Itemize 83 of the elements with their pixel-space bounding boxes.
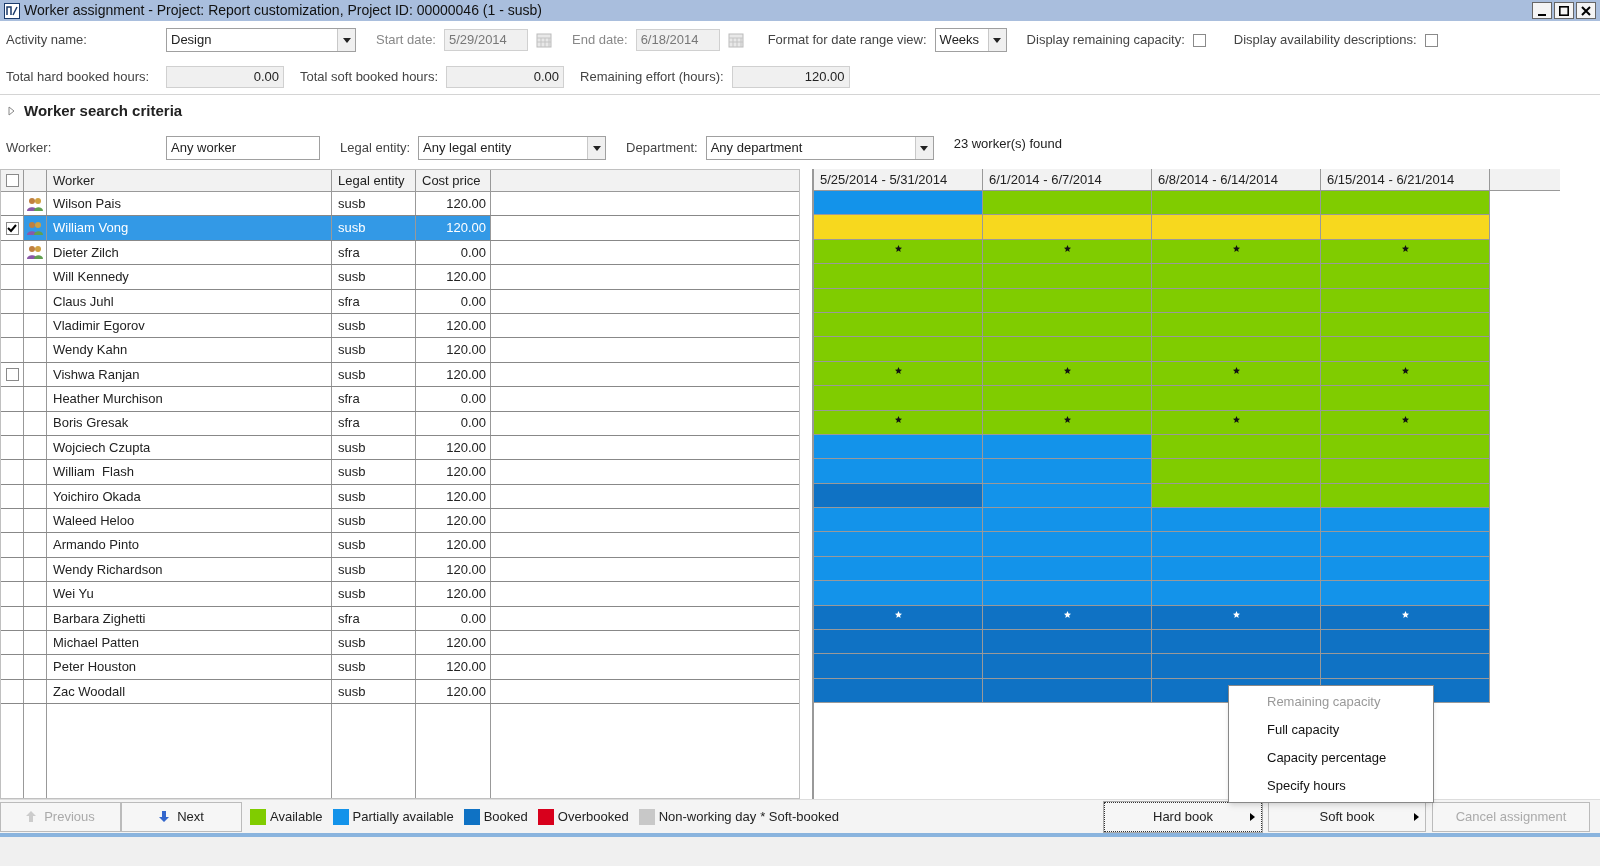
table-cell-text: Michael Patten xyxy=(53,633,139,652)
legend-label: Booked xyxy=(483,807,528,826)
table-cell-text: William Vong xyxy=(53,219,129,238)
table-cell-text: 120.00 xyxy=(446,438,486,457)
table-cell-text: 0.00 xyxy=(460,609,486,628)
table-cell-text: Boris Gresak xyxy=(53,414,129,433)
table-cell-text: susb xyxy=(338,585,366,604)
field-label: Worker: xyxy=(6,139,53,158)
table-cell-text: William Flash xyxy=(53,463,134,482)
table-cell-text: susb xyxy=(338,341,366,360)
table-cell-text: susb xyxy=(338,633,366,652)
table-cell-text: 120.00 xyxy=(446,658,486,677)
table-cell-text: sfra xyxy=(338,414,360,433)
legend-note: * Soft-booked xyxy=(760,807,839,826)
table-cell-text: sfra xyxy=(338,609,360,628)
table-cell-text: 120.00 xyxy=(446,268,486,287)
table-cell-text: 120.00 xyxy=(446,463,486,482)
table-cell-text: 120.00 xyxy=(446,560,486,579)
table-cell-text: susb xyxy=(338,658,366,677)
legend-label: Overbooked xyxy=(557,807,629,826)
table-cell-text: 0.00 xyxy=(460,414,486,433)
field-label: Legal entity: xyxy=(340,139,411,158)
table-cell-text: susb xyxy=(338,438,366,457)
table-cell-text: susb xyxy=(338,512,366,530)
field-label: Total soft booked hours: xyxy=(300,67,439,86)
table-cell-text: 0.00 xyxy=(460,243,486,262)
table-cell-text: Wendy Kahn xyxy=(53,341,128,360)
table-cell-text: Wilson Pais xyxy=(53,194,121,213)
legend-label: Partially available xyxy=(352,807,454,826)
table-cell-text: Vishwa Ranjan xyxy=(53,365,140,384)
field-label: Display availability descriptions: xyxy=(1233,31,1417,50)
field-label: Display remaining capacity: xyxy=(1026,31,1185,50)
table-cell-text: sfra xyxy=(338,243,360,262)
table-cell-text: Yoichiro Okada xyxy=(53,487,141,506)
table-cell-text: susb xyxy=(338,682,366,701)
table-cell-text: susb xyxy=(338,219,366,238)
table-cell-text: Wendy Richardson xyxy=(53,560,163,579)
field-label: Department: xyxy=(626,139,698,158)
table-cell-text: Heather Murchison xyxy=(53,390,163,409)
table-cell-text: susb xyxy=(338,316,366,335)
table-cell-text: Armando Pinto xyxy=(53,536,139,555)
field-label: Start date: xyxy=(376,31,436,50)
field-label: Activity name: xyxy=(6,31,88,50)
table-cell-text: Wei Yu xyxy=(53,585,94,604)
table-cell-text: sfra xyxy=(338,292,360,311)
table-cell-text: 0.00 xyxy=(460,390,486,409)
window-title: Worker assignment - Project: Report customization, Project ID: 00000046 (1 - susb) xyxy=(24,1,543,20)
table-cell-text: 120.00 xyxy=(446,365,486,384)
table-cell-text: 120.00 xyxy=(446,341,486,360)
field-label: End date: xyxy=(572,31,628,50)
table-cell-text: susb xyxy=(338,194,366,213)
table-cell-text: 120.00 xyxy=(446,512,486,530)
table-cell-text: Vladimir Egorov xyxy=(53,316,145,335)
legend-label: Non-working day xyxy=(658,807,757,826)
table-cell-text: 120.00 xyxy=(446,682,486,701)
table-cell-text: susb xyxy=(338,463,366,482)
table-cell-text: 120.00 xyxy=(446,219,486,238)
result-count: 23 worker(s) found xyxy=(953,135,1063,154)
table-cell-text: Claus Juhl xyxy=(53,292,114,311)
field-label: Format for date range view: xyxy=(767,31,927,50)
table-cell-text: 120.00 xyxy=(446,194,486,213)
table-cell-text: 0.00 xyxy=(460,292,486,311)
table-cell-text: susb xyxy=(338,487,366,506)
table-cell-text: 120.00 xyxy=(446,585,486,604)
field-label: Remaining effort (hours): xyxy=(580,67,724,86)
table-cell-text: Wojciech Czupta xyxy=(53,438,151,457)
table-cell-text: susb xyxy=(338,268,366,287)
table-cell-text: Peter Houston xyxy=(53,658,137,677)
table-cell-text: Dieter Zilch xyxy=(53,243,119,262)
table-cell-text: Zac Woodall xyxy=(53,682,125,701)
table-cell-text: susb xyxy=(338,560,366,579)
table-cell-text: 120.00 xyxy=(446,487,486,506)
legend-label: Available xyxy=(270,807,323,826)
table-cell-text: susb xyxy=(338,365,366,384)
table-cell-text: Waleed Heloo xyxy=(53,512,135,530)
table-cell-text: 120.00 xyxy=(446,316,486,335)
table-cell-text: 120.00 xyxy=(446,536,486,555)
field-label: Total hard booked hours: xyxy=(6,67,151,86)
table-cell-text: Barbara Zighetti xyxy=(53,609,146,628)
table-cell-text: Will Kennedy xyxy=(53,268,129,287)
table-cell-text: susb xyxy=(338,536,366,555)
table-cell-text: sfra xyxy=(338,390,360,409)
table-cell-text: 120.00 xyxy=(446,633,486,652)
